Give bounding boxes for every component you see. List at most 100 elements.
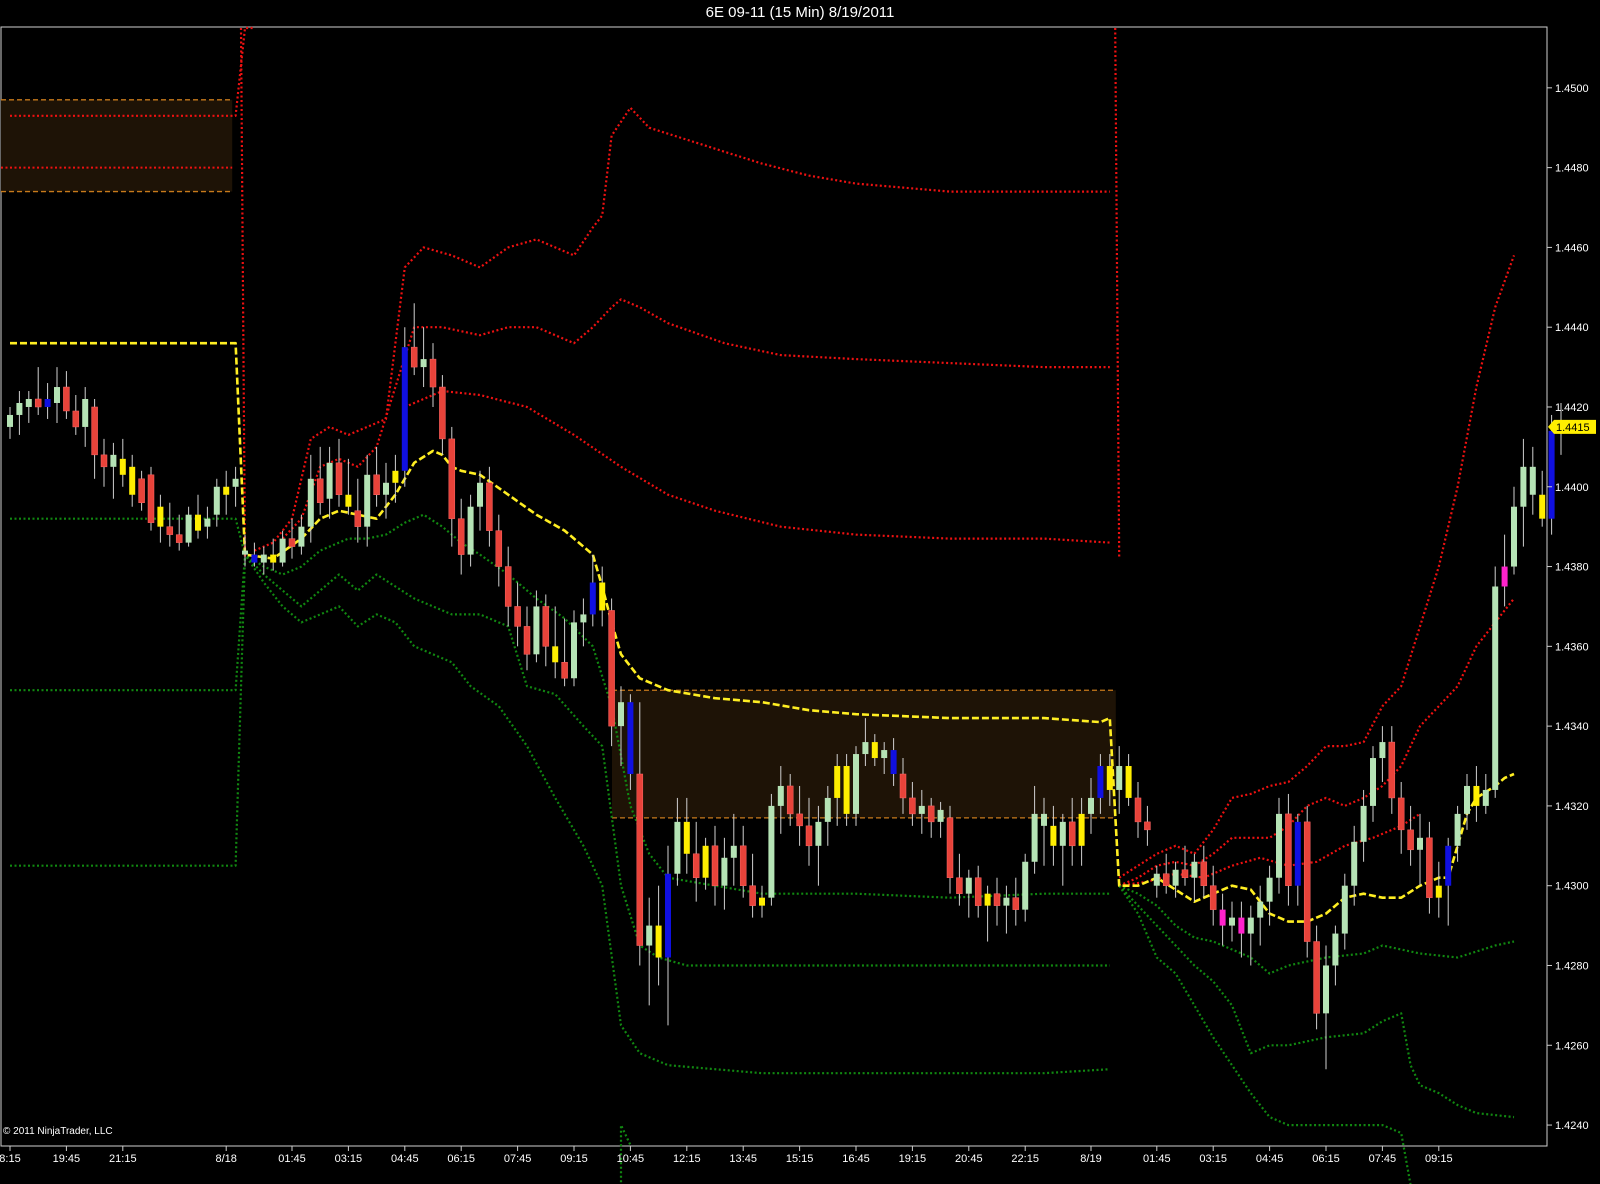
candle-body — [1303, 821, 1311, 942]
price-axis: 1.4240 1.4260 1.4280 1.4300 1.4320 1.4340 1.43… — [1547, 83, 1589, 1132]
candle-body — [448, 438, 456, 519]
price-tick-label: 1.4260 — [1555, 1040, 1589, 1052]
candle-body — [815, 821, 822, 846]
candle-body — [1313, 941, 1320, 1014]
candle-body — [316, 478, 324, 503]
candle-body — [665, 873, 671, 958]
value-area-layer — [1, 99, 1116, 819]
candle-body — [175, 534, 183, 543]
candle-body — [881, 750, 888, 759]
time-tick-label: 13:45 — [729, 1153, 757, 1165]
candle-body — [72, 410, 80, 428]
candle-body — [768, 805, 775, 898]
time-tick-label: 06:15 — [1312, 1153, 1340, 1165]
candle-body — [373, 474, 380, 495]
candle-body — [739, 845, 747, 886]
candle-body — [486, 482, 493, 531]
candle-body — [627, 702, 634, 774]
price-tick-label: 1.4300 — [1555, 881, 1589, 893]
time-tick-label: 09:15 — [560, 1153, 588, 1165]
candle-body — [1370, 758, 1376, 806]
candle-body — [1417, 837, 1423, 850]
candle-body — [702, 845, 709, 878]
candle-body — [1162, 873, 1170, 886]
value-area-box — [612, 690, 1116, 818]
candle-body — [843, 766, 850, 814]
candle-body — [683, 821, 690, 854]
candle-body — [777, 785, 784, 806]
candle-body — [993, 893, 1001, 906]
candle-body — [1153, 873, 1160, 886]
candle-body — [1229, 917, 1235, 926]
candle-body — [1022, 861, 1029, 910]
candle-body — [1172, 869, 1179, 886]
candle-body — [429, 358, 437, 388]
candle-body — [504, 566, 512, 607]
candle-body — [1078, 813, 1085, 846]
candle-body — [974, 877, 982, 906]
candle-body — [1454, 813, 1461, 846]
candle-body — [157, 506, 164, 527]
candle-body — [1012, 897, 1020, 910]
candle-body — [364, 474, 371, 527]
candle-body — [129, 466, 136, 495]
candle-body — [1097, 766, 1104, 798]
time-tick-label: 07:45 — [1369, 1153, 1397, 1165]
time-tick-label: 8/18 — [215, 1153, 236, 1165]
candle-body — [1266, 877, 1273, 902]
candle-body — [44, 399, 51, 407]
candle-body — [298, 526, 305, 547]
candle-body — [457, 518, 465, 555]
candle-body — [25, 399, 32, 407]
price-tick-label: 1.4240 — [1555, 1120, 1589, 1132]
candle-body — [927, 805, 935, 823]
candle-body — [1200, 861, 1208, 886]
candle-body — [1426, 837, 1433, 898]
candle-body — [307, 478, 314, 527]
candle-body — [326, 462, 333, 499]
candle-body — [533, 606, 540, 655]
candle-body — [824, 797, 831, 822]
candle-body — [1464, 785, 1470, 814]
candle-body — [439, 386, 446, 440]
time-tick-label: 16:45 — [842, 1153, 870, 1165]
candle-body — [232, 478, 239, 487]
candle-body — [1144, 821, 1151, 831]
candle-body — [138, 478, 145, 503]
last-price-label: 1.4415 — [1556, 422, 1590, 434]
candle-body — [1031, 813, 1038, 862]
candle-body — [711, 845, 719, 886]
candle-body — [1257, 901, 1264, 918]
candle-body — [392, 470, 399, 483]
candle-body — [514, 606, 521, 627]
candle-body — [937, 809, 944, 822]
candle-body — [242, 550, 248, 555]
candle-body — [1501, 566, 1508, 587]
time-tick-label: 22:15 — [1011, 1153, 1039, 1165]
price-tick-label: 1.4360 — [1555, 641, 1589, 653]
candle-body — [7, 414, 13, 427]
candle-body — [1397, 797, 1405, 831]
candle-body — [646, 925, 653, 946]
candle-body — [655, 925, 662, 958]
candle-body — [618, 702, 624, 727]
candle-body — [1511, 506, 1517, 567]
candle-body — [853, 754, 859, 814]
candle-body — [984, 893, 991, 906]
candle-body — [692, 853, 700, 878]
candle-body — [552, 646, 559, 663]
candle-body — [1003, 897, 1010, 906]
time-tick-label: 19:15 — [899, 1153, 927, 1165]
candle-body — [1041, 813, 1047, 826]
price-chart[interactable]: 1.4240 1.4260 1.4280 1.4300 1.4320 1.4340 1.43… — [0, 0, 1600, 1184]
candle-body — [561, 662, 568, 679]
candle-body — [890, 750, 897, 774]
candle-body — [721, 857, 728, 886]
candle-body — [1068, 821, 1076, 847]
price-tick-label: 1.4400 — [1555, 482, 1589, 494]
candle-body — [1219, 909, 1226, 926]
candle-body — [401, 347, 408, 471]
price-tick-label: 1.4440 — [1555, 322, 1589, 334]
candle-body — [899, 773, 907, 799]
candle-body — [1125, 766, 1132, 798]
